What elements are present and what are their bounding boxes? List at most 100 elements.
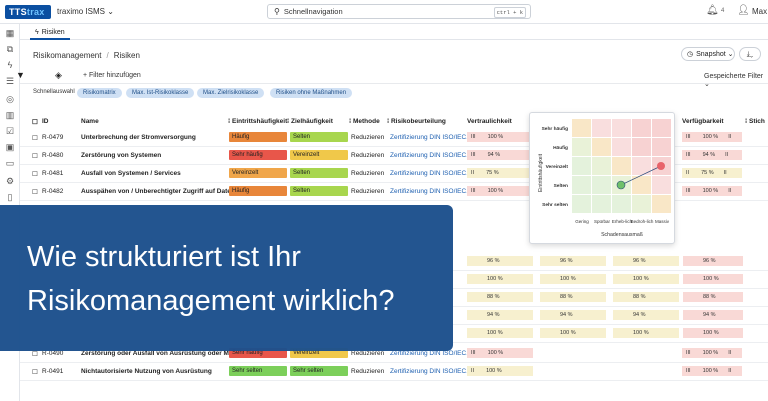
row-beurteilung[interactable]: Zertifizierung DIN ISO/IEC...: [390, 134, 472, 141]
app-logo[interactable]: TTS trax: [5, 5, 51, 19]
user-avatar-icon[interactable]: 👤︎: [737, 5, 750, 16]
row-name[interactable]: Nichtautorisierte Nutzung von Ausrüstung: [81, 368, 212, 375]
quick-pill-ist-risikoklasse[interactable]: Max. Ist-Risikoklasse: [126, 88, 195, 98]
bell-icon[interactable]: 🔔︎: [706, 5, 719, 16]
clipboard-icon[interactable]: ☑: [5, 126, 15, 136]
row-checkbox[interactable]: ☐: [32, 368, 38, 376]
row-beurteilung[interactable]: Zertifizierung DIN ISO/IEC...: [390, 188, 472, 195]
matrix-cell[interactable]: [632, 138, 651, 156]
col-verfuegbarkeit[interactable]: Verfügbarkeit: [682, 118, 724, 125]
matrix-cell[interactable]: [632, 119, 651, 137]
col-checkbox[interactable]: ☐: [32, 118, 38, 126]
row-checkbox[interactable]: ☐: [32, 350, 38, 358]
matrix-cell[interactable]: [612, 138, 631, 156]
matrix-cell[interactable]: [572, 195, 591, 213]
col-beurteilung[interactable]: ⁞ Risikobeurteilung: [387, 118, 446, 125]
col-vertraulichkeit[interactable]: Vertraulichkeit: [467, 118, 512, 125]
matrix-ist-marker[interactable]: [657, 162, 665, 170]
layers-icon[interactable]: ◈: [55, 70, 62, 81]
user-name[interactable]: Max: [752, 7, 767, 16]
quick-pill-zielrisikoklasse[interactable]: Max. Zielrisikoklasse: [197, 88, 265, 98]
row-id[interactable]: R-0482: [42, 188, 63, 195]
matrix-cell[interactable]: [572, 157, 591, 175]
col-stich[interactable]: ⁞ Stich: [745, 118, 765, 125]
row-checkbox[interactable]: ☐: [32, 152, 38, 160]
matrix-cell[interactable]: [652, 119, 671, 137]
table-row-partial[interactable]: 88 % 88 % 88 % 88 %: [453, 289, 768, 307]
matrix-col-label: Gering: [575, 219, 589, 224]
add-filter-button[interactable]: + Filter hinzufügen: [83, 72, 141, 79]
vertraulichkeit-value: 100 %: [487, 330, 503, 336]
row-name[interactable]: Ausspähen von / Unberechtigter Zugriff a…: [81, 188, 235, 195]
chart-icon[interactable]: ▥: [5, 110, 15, 120]
search-input[interactable]: ⚲ Schnellnavigation ctrl + k: [267, 4, 531, 19]
row-id[interactable]: R-0479: [42, 134, 63, 141]
lock-icon[interactable]: ▣: [5, 142, 15, 152]
col-ziel[interactable]: ⁞ Zielhäufigkeit: [287, 118, 333, 125]
folder-icon[interactable]: ▭: [5, 158, 15, 168]
integritaet-bar: 100 %: [540, 328, 606, 338]
matrix-cell[interactable]: [652, 195, 671, 213]
quick-pill-ohne-massnahmen[interactable]: Risiken ohne Maßnahmen: [270, 88, 353, 98]
matrix-cell[interactable]: [612, 195, 631, 213]
row-checkbox[interactable]: ☐: [32, 188, 38, 196]
table-row-partial[interactable]: 94 % 94 % 94 % 94 %: [453, 307, 768, 325]
row-id[interactable]: R-0490: [42, 350, 63, 357]
matrix-cell[interactable]: [572, 176, 591, 194]
matrix-cell[interactable]: [592, 195, 611, 213]
settings-icon[interactable]: ⚙: [5, 176, 15, 186]
row-id[interactable]: R-0480: [42, 152, 63, 159]
col-methode[interactable]: ⁞ Methode: [349, 118, 380, 125]
col-id[interactable]: ID: [42, 118, 49, 125]
row-checkbox[interactable]: ☐: [32, 134, 38, 142]
matrix-cell[interactable]: [632, 195, 651, 213]
org-selector[interactable]: traximo ISMS ⌄: [57, 7, 114, 16]
matrix-ziel-marker[interactable]: [616, 180, 626, 190]
row-name[interactable]: Unterbrechung der Stromversorgung: [81, 134, 196, 141]
matrix-cell[interactable]: [612, 157, 631, 175]
col-name[interactable]: Name: [81, 118, 99, 125]
matrix-cell[interactable]: [592, 176, 611, 194]
table-row-partial[interactable]: 100 % 100 % 100 % 100 %: [453, 325, 768, 343]
matrix-cell[interactable]: [592, 138, 611, 156]
col-stich-label: Stich: [748, 118, 765, 125]
tab-risiken[interactable]: ϟ Risiken: [30, 26, 70, 40]
matrix-cell[interactable]: [592, 119, 611, 137]
breadcrumb-parent[interactable]: Risikomanagement: [33, 51, 101, 60]
row-name[interactable]: Zerstörung von Systemen: [81, 152, 161, 159]
row-beurteilung[interactable]: Zertifizierung DIN ISO/IEC...: [390, 170, 472, 177]
logo-text-a: TTS: [9, 7, 27, 17]
col-eintritt[interactable]: ⁞ Eintrittshäufigkeit: [228, 118, 287, 125]
row-name[interactable]: Zerstörung oder Ausfall von Ausrüstung o…: [81, 350, 238, 357]
verfuegbarkeit-value-2: 100 %: [703, 276, 719, 282]
globe-icon[interactable]: ◎: [5, 94, 15, 104]
document-icon[interactable]: ▯: [5, 192, 15, 202]
matrix-cell[interactable]: [572, 119, 591, 137]
row-name[interactable]: Ausfall von Systemen / Services: [81, 170, 181, 177]
row-checkbox[interactable]: ☐: [32, 170, 38, 178]
row-id[interactable]: R-0491: [42, 368, 63, 375]
row-beurteilung[interactable]: Zertifizierung DIN ISO/IEC...: [390, 152, 472, 159]
download-button[interactable]: ⤓⌄: [739, 47, 761, 61]
row-id[interactable]: R-0481: [42, 170, 63, 177]
vertraulichkeit-class: III: [471, 134, 476, 140]
dashboard-icon[interactable]: ▦: [5, 28, 15, 38]
table-row-partial[interactable]: 100 % 100 % 100 % 100 %: [453, 271, 768, 289]
saved-filters-dropdown[interactable]: Gespeicherte Filter ⌄: [704, 73, 768, 88]
table-row-partial[interactable]: 96 % 96 % 96 % 96 %: [453, 253, 768, 271]
matrix-cell[interactable]: [612, 119, 631, 137]
list-icon[interactable]: ☰: [5, 76, 15, 86]
matrix-cell[interactable]: [572, 138, 591, 156]
risk-bolt-icon[interactable]: ϟ: [5, 60, 15, 70]
matrix-cell[interactable]: [652, 176, 671, 194]
table-row[interactable]: ☐ R-0491 Nichtautorisierte Nutzung von Aus…: [20, 363, 768, 381]
assets-icon[interactable]: ⧉: [5, 44, 15, 54]
integritaet-bar: 88 %: [540, 292, 606, 302]
matrix-cell[interactable]: [592, 157, 611, 175]
quick-pill-risikomatrix[interactable]: Risikomatrix: [77, 88, 122, 98]
matrix-cell[interactable]: [652, 138, 671, 156]
row-beurteilung[interactable]: Zertifizierung DIN ISO/IEC...: [390, 368, 472, 375]
snapshot-button[interactable]: ◷ Snapshot ⌄: [681, 47, 735, 61]
row-beurteilung[interactable]: Zertifizierung DIN ISO/IEC...: [390, 350, 472, 357]
filter-icon[interactable]: ▼: [16, 70, 25, 80]
